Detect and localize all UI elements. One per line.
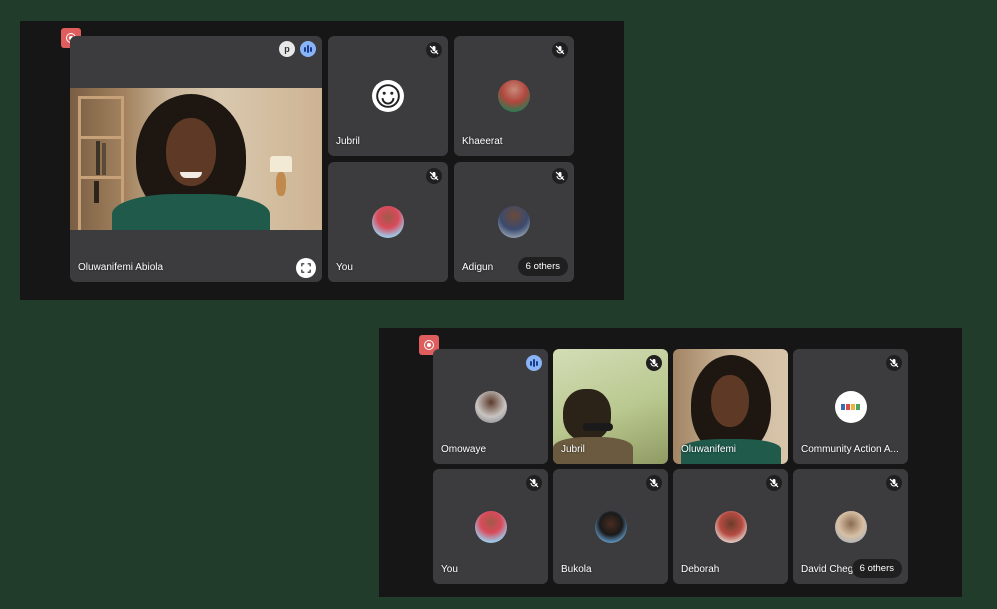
participant-tile[interactable]: Deborah [673,469,788,584]
meeting-screenshot-2: Omowaye Jubril Oluwanifemi Community Act… [379,328,962,597]
participant-name: Bukola [561,564,592,575]
participant-tile[interactable]: You [433,469,548,584]
mic-off-icon [552,168,568,184]
avatar [498,80,530,112]
participant-name: Oluwanifemi Abiola [78,262,164,273]
mic-off-icon [766,475,782,491]
participant-name: You [441,564,458,575]
fullscreen-icon[interactable] [296,258,316,278]
mic-off-icon [526,475,542,491]
participant-name: Khaeerat [462,136,503,147]
participant-tile[interactable]: Community Action A... [793,349,908,464]
mic-off-icon [426,42,442,58]
participant-name: Omowaye [441,444,487,455]
speaking-icon [526,355,542,371]
meeting-screenshot-1: p Oluwanifemi Abiola Jubril Khaeerat You… [20,21,624,300]
avatar [498,206,530,238]
avatar [474,510,507,543]
participant-tile[interactable]: Oluwanifemi [673,349,788,464]
mic-off-icon [646,475,662,491]
mic-off-icon [646,355,662,371]
participant-tile[interactable]: David Chege 6 others [793,469,908,584]
participant-tile[interactable]: Khaeerat [454,36,574,156]
mic-off-icon [886,475,902,491]
avatar [594,510,627,543]
participant-tile[interactable]: Jubril [328,36,448,156]
avatar [474,390,507,423]
participant-name: Oluwanifemi [681,444,737,455]
main-participant-tile[interactable]: p Oluwanifemi Abiola [70,36,322,282]
participant-name: David Chege [801,564,859,575]
mic-off-icon [552,42,568,58]
mic-off-icon [886,355,902,371]
avatar [834,510,867,543]
participant-name: Jubril [561,444,585,455]
participant-tile[interactable]: Bukola [553,469,668,584]
speaking-icon [300,41,316,57]
smiley-avatar-icon [372,80,404,112]
participant-name: Jubril [336,136,360,147]
participant-tile[interactable]: You [328,162,448,282]
pin-icon[interactable]: p [279,41,295,57]
participant-name: Deborah [681,564,720,575]
participant-tile[interactable]: Omowaye [433,349,548,464]
avatar [372,206,404,238]
participant-tile[interactable]: Jubril [553,349,668,464]
participant-name: Community Action A... [801,444,899,455]
avatar [714,510,747,543]
participant-name: You [336,262,353,273]
participant-tile[interactable]: Adigun 6 others [454,162,574,282]
others-count-badge[interactable]: 6 others [517,257,568,276]
logo-avatar [834,390,867,423]
others-count-badge[interactable]: 6 others [851,559,902,578]
participant-video [70,88,322,230]
mic-off-icon [426,168,442,184]
participant-name: Adigun [462,262,494,273]
